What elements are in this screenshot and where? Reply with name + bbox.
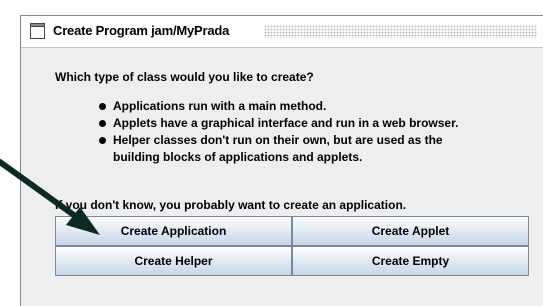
title-bar-grip: [264, 25, 537, 38]
bullet-applets: Applets have a graphical interface and r…: [99, 115, 458, 132]
create-empty-button[interactable]: Create Empty: [292, 246, 529, 276]
class-type-descriptions: Applications run with a main method. App…: [99, 98, 458, 166]
bullet-dot-icon: [99, 120, 106, 127]
bullet-dot-icon: [99, 137, 106, 144]
window-icon: [30, 23, 45, 39]
create-program-dialog: Create Program jam/MyPrada Which type of…: [20, 15, 543, 306]
screenshot-stage: Create Program jam/MyPrada Which type of…: [0, 0, 543, 306]
bullet-text: Applications run with a main method.: [113, 99, 327, 113]
bullet-applications: Applications run with a main method.: [99, 98, 458, 115]
advice-text: If you don't know, you probably want to …: [55, 198, 407, 212]
create-applet-button[interactable]: Create Applet: [292, 216, 529, 246]
create-application-button[interactable]: Create Application: [55, 216, 292, 246]
bullet-text: Helper classes don't run on their own, b…: [113, 133, 443, 147]
title-bar[interactable]: Create Program jam/MyPrada: [21, 16, 543, 48]
bullet-helpers: Helper classes don't run on their own, b…: [99, 132, 458, 149]
create-helper-button[interactable]: Create Helper: [55, 246, 292, 276]
class-type-button-grid: Create Application Create Applet Create …: [55, 216, 529, 276]
bullet-text: Applets have a graphical interface and r…: [113, 116, 459, 130]
bullet-text: building blocks of applications and appl…: [113, 150, 363, 164]
class-type-question: Which type of class would you like to cr…: [55, 70, 314, 84]
window-title: Create Program jam/MyPrada: [53, 23, 230, 38]
bullet-dot-icon: [99, 103, 106, 110]
bullet-helpers-continued: building blocks of applications and appl…: [99, 149, 458, 166]
